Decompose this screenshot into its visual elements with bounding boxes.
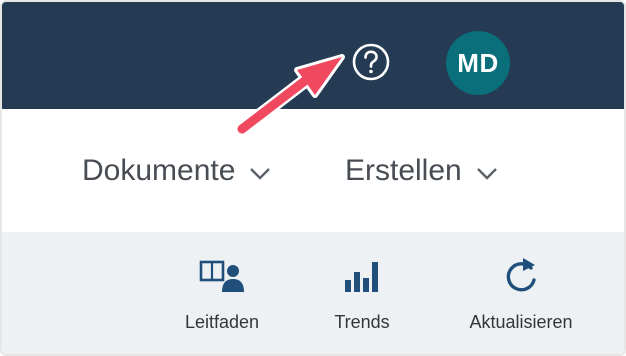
menu-dokumente-label: Dokumente [82,154,236,187]
refresh-icon [501,254,541,298]
leitfaden-button[interactable]: Leitfaden [167,254,277,333]
menu-erstellen-label: Erstellen [345,154,462,187]
help-button[interactable] [346,37,396,87]
menu-dokumente[interactable]: Dokumente [82,151,271,191]
chevron-down-icon [249,167,271,181]
trends-button[interactable]: Trends [317,254,407,333]
guide-icon [198,254,246,298]
screenshot-frame: MD Dokumente Erstellen Leitfaden Trends … [0,0,626,356]
menu-erstellen[interactable]: Erstellen [345,151,498,191]
leitfaden-label: Leitfaden [184,312,260,332]
question-circle-icon [352,43,390,81]
trends-label: Trends [334,312,390,332]
bar-chart-icon [342,254,382,298]
shell-bar: MD [2,2,624,109]
aktualisieren-label: Aktualisieren [469,312,573,332]
menu-bar: Dokumente Erstellen [2,109,624,232]
chevron-down-icon [476,167,498,181]
avatar-initials: MD [457,47,499,78]
aktualisieren-button[interactable]: Aktualisieren [448,254,594,333]
user-avatar[interactable]: MD [446,31,510,95]
toolbar: Leitfaden Trends Aktualisieren [2,232,624,354]
